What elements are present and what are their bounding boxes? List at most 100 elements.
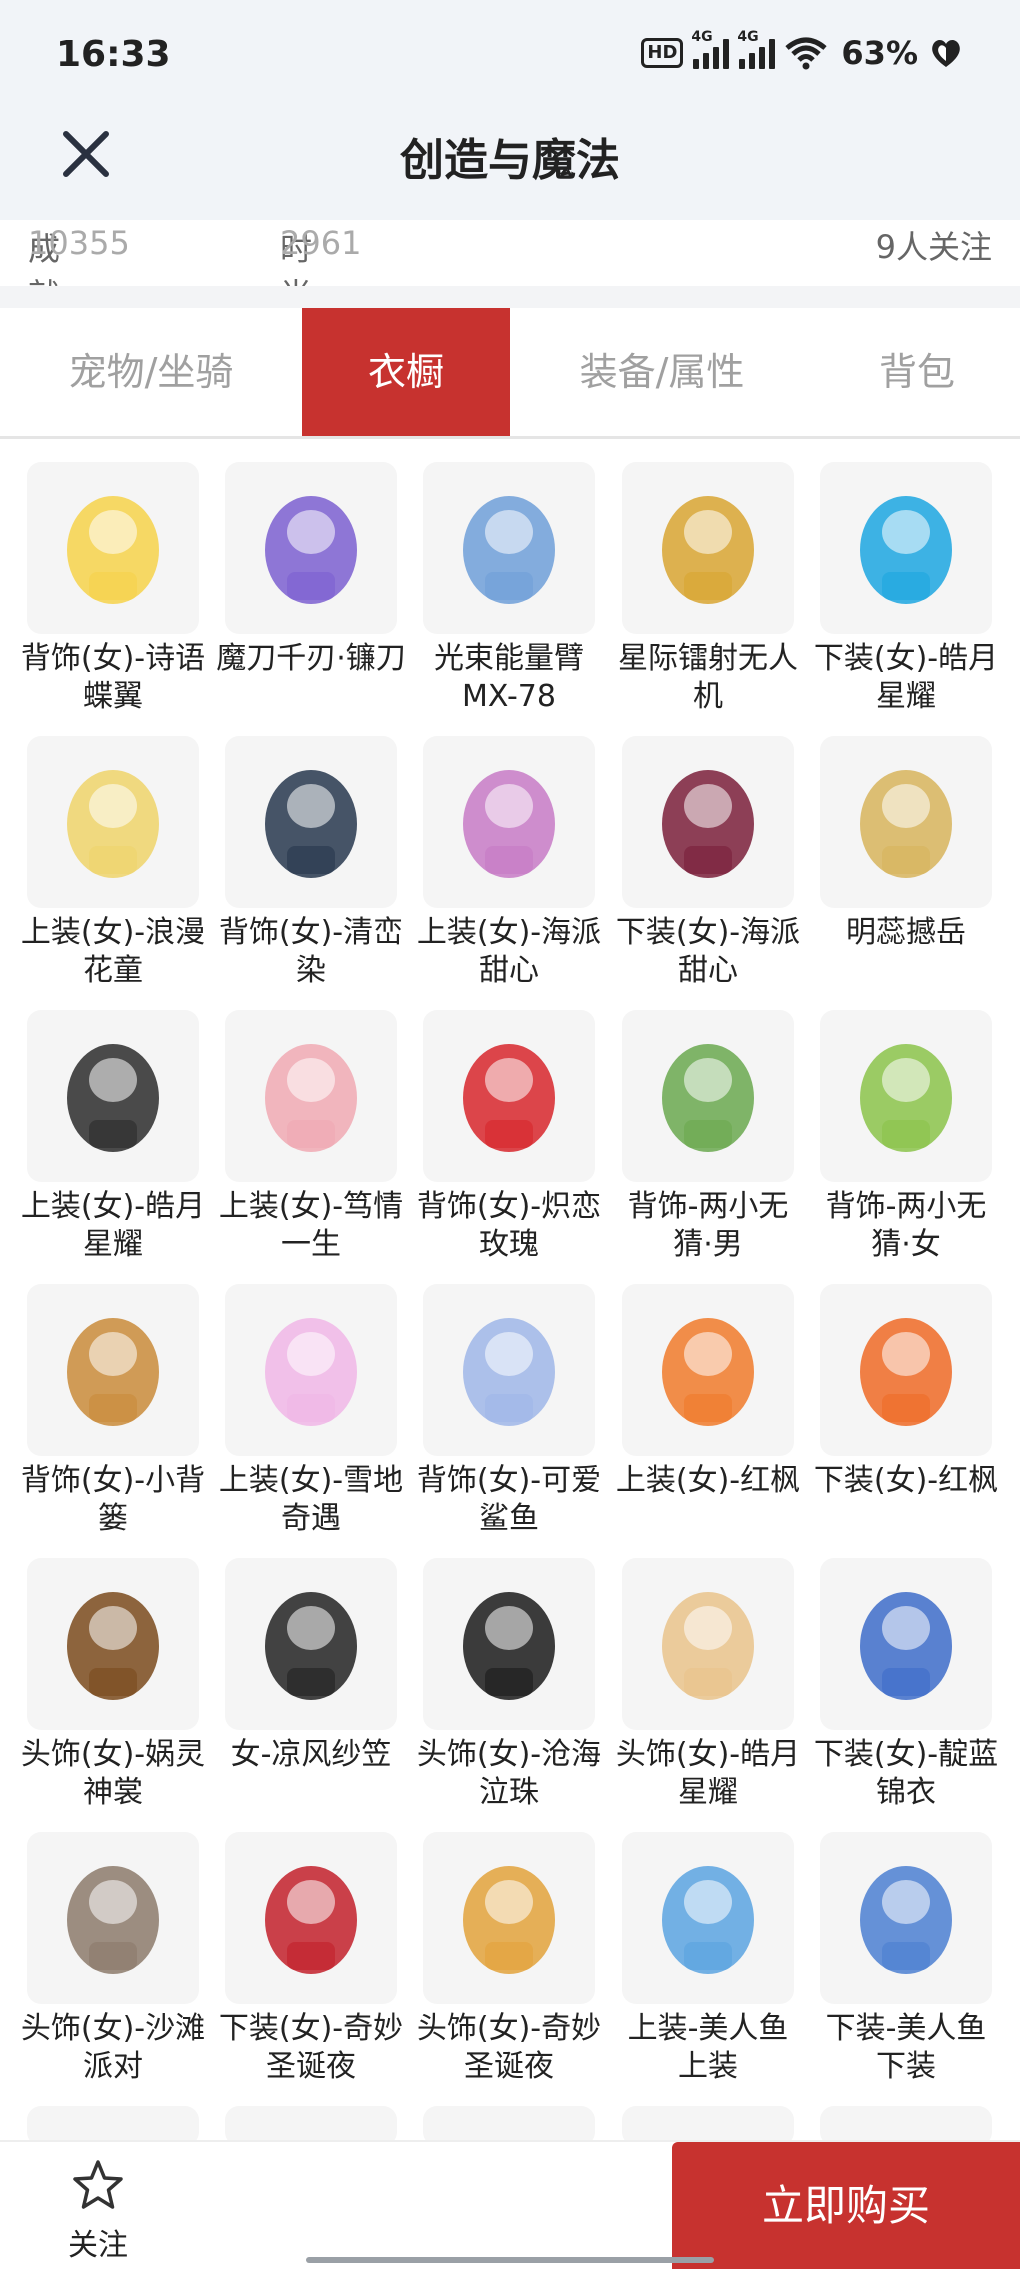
- item-label: 光束能量臂MX-78: [434, 641, 584, 714]
- jacket-icon: [67, 1044, 159, 1152]
- item-label: 下装(女)-奇妙圣诞夜: [218, 2011, 404, 2084]
- fan-icon: [265, 770, 357, 878]
- section-divider: [0, 286, 1020, 308]
- wardrobe-item[interactable]: 上装-美人鱼上装: [622, 1832, 794, 2086]
- wardrobe-item[interactable]: 头饰(女)-皓月星耀: [616, 1558, 800, 1812]
- item-label: 头饰(女)-奇妙圣诞夜: [416, 2011, 602, 2084]
- item-label: 背饰(女)-可爱鲨鱼: [416, 1463, 602, 1536]
- tab-pets-mounts[interactable]: 宠物/坐骑: [0, 308, 302, 436]
- wardrobe-item[interactable]: 上装(女)-红枫: [616, 1284, 800, 1500]
- wardrobe-item[interactable]: 背饰-两小无猜·男: [622, 1010, 794, 1264]
- wardrobe-item[interactable]: 头饰(女)-沙滩派对: [21, 1832, 205, 2086]
- wardrobe-item[interactable]: 下装(女)-红枫: [814, 1284, 998, 1500]
- wardrobe-item[interactable]: 女-凉风纱笠: [225, 1558, 397, 1774]
- blue-boots-icon: [860, 1592, 952, 1700]
- wardrobe-item[interactable]: 星际镭射无人机: [618, 462, 798, 716]
- item-thumbnail: [423, 462, 595, 634]
- item-label: 下装(女)-海派甜心: [615, 915, 801, 988]
- wardrobe-item[interactable]: 头饰(女)-娲灵神裳: [21, 1558, 205, 1812]
- item-thumbnail: [820, 736, 992, 908]
- wardrobe-item[interactable]: 背饰-两小无猜·女: [820, 1010, 992, 1264]
- item-thumbnail: [225, 462, 397, 634]
- page-title: 创造与魔法: [400, 135, 620, 186]
- item-thumbnail: [423, 1832, 595, 2004]
- top-area: 16:33 HD 4G 4G 63% 创造与魔法: [0, 0, 1020, 220]
- tab-wardrobe[interactable]: 衣橱: [302, 308, 510, 436]
- status-icons: HD 4G 4G 63%: [641, 29, 964, 72]
- item-label: 头饰(女)-沧海泣珠: [416, 1737, 602, 1810]
- wardrobe-item[interactable]: 下装(女)-靛蓝锦衣: [814, 1558, 998, 1812]
- tab-equipment[interactable]: 装备/属性: [510, 308, 814, 436]
- item-thumbnail: [27, 1558, 199, 1730]
- blonde-hair-icon: [662, 1592, 754, 1700]
- wardrobe-item[interactable]: 背饰(女)-诗语蝶翼: [21, 462, 205, 716]
- follow-button[interactable]: 关注: [58, 2158, 138, 2264]
- battery-level: 63%: [841, 34, 918, 72]
- wardrobe-item[interactable]: 背饰(女)-炽恋玫瑰: [417, 1010, 601, 1264]
- wardrobe-item[interactable]: 头饰(女)-沧海泣珠: [417, 1558, 601, 1812]
- item-label: 女-凉风纱笠: [230, 1737, 392, 1772]
- butterfly-wings-icon: [67, 496, 159, 604]
- wardrobe-item[interactable]: 下装(女)-奇妙圣诞夜: [219, 1832, 403, 2086]
- golden-hair-icon: [67, 1592, 159, 1700]
- item-thumbnail: [225, 1832, 397, 2004]
- wardrobe-item[interactable]: 下装(女)-皓月星耀: [814, 462, 998, 716]
- item-thumbnail: [820, 1010, 992, 1182]
- item-thumbnail: [423, 1010, 595, 1182]
- item-label: 明蕊撼岳: [846, 915, 966, 950]
- item-label: 魔刀千刃·镰刀: [216, 641, 406, 676]
- fashion-value: 2961: [280, 224, 362, 262]
- buy-now-button[interactable]: 立即购买: [672, 2142, 1020, 2269]
- item-label: 下装-美人鱼下装: [825, 2011, 987, 2084]
- top-icon: [463, 770, 555, 878]
- wardrobe-item[interactable]: 背饰(女)-可爱鲨鱼: [417, 1284, 601, 1538]
- wardrobe-item[interactable]: 下装(女)-海派甜心: [616, 736, 800, 990]
- wardrobe-item[interactable]: 上装(女)-雪地奇遇: [219, 1284, 403, 1538]
- item-label: 背饰-两小无猜·女: [825, 1189, 987, 1262]
- signal-icon-2: 4G: [737, 29, 776, 69]
- account-stats: 成就点:10355 时尚点:2961 9人关注: [0, 220, 1020, 360]
- hd-icon: HD: [641, 38, 684, 68]
- item-thumbnail: [225, 736, 397, 908]
- network-type-label-2: 4G: [737, 29, 759, 45]
- item-label: 背饰(女)-诗语蝶翼: [20, 641, 206, 714]
- item-label: 下装(女)-靛蓝锦衣: [813, 1737, 999, 1810]
- pink-coat-icon: [265, 1318, 357, 1426]
- wardrobe-item[interactable]: 上装(女)-皓月星耀: [21, 1010, 205, 1264]
- golden-sword-icon: [860, 770, 952, 878]
- wardrobe-item[interactable]: 光束能量臂MX-78: [423, 462, 595, 716]
- status-time: 16:33: [56, 34, 171, 75]
- item-thumbnail: [622, 1832, 794, 2004]
- flower-basket-icon: [67, 1318, 159, 1426]
- flower-dress-icon: [67, 770, 159, 878]
- wardrobe-item[interactable]: 头饰(女)-奇妙圣诞夜: [417, 1832, 601, 2086]
- wardrobe-item[interactable]: 背饰(女)-小背篓: [21, 1284, 205, 1538]
- signal-icon: 4G: [691, 29, 730, 69]
- wardrobe-item[interactable]: 背饰(女)-清峦染: [219, 736, 403, 990]
- wardrobe-item[interactable]: 明蕊撼岳: [820, 736, 992, 952]
- item-thumbnail: [622, 736, 794, 908]
- wardrobe-item[interactable]: 上装(女)-笃情一生: [219, 1010, 403, 1264]
- antler-hair-icon: [463, 1866, 555, 1974]
- tab-backpack[interactable]: 背包: [814, 308, 1020, 436]
- wedding-dress-icon: [265, 1044, 357, 1152]
- wardrobe-item[interactable]: 下装-美人鱼下装: [820, 1832, 992, 2086]
- wardrobe-item[interactable]: 上装(女)-浪漫花童: [21, 736, 205, 990]
- item-label: 下装(女)-皓月星耀: [813, 641, 999, 714]
- item-label: 上装(女)-皓月星耀: [20, 1189, 206, 1262]
- christmas-skirt-icon: [265, 1866, 357, 1974]
- item-thumbnail: [225, 1010, 397, 1182]
- item-thumbnail: [820, 1832, 992, 2004]
- app-header: 创造与魔法: [0, 112, 1020, 220]
- item-label: 上装(女)-浪漫花童: [20, 915, 206, 988]
- wardrobe-item[interactable]: 上装(女)-海派甜心: [417, 736, 601, 990]
- home-indicator[interactable]: [306, 2257, 714, 2263]
- wardrobe-item[interactable]: 魔刀千刃·镰刀: [216, 462, 406, 678]
- item-label: 下装(女)-红枫: [813, 1463, 999, 1498]
- item-label: 上装(女)-雪地奇遇: [218, 1463, 404, 1536]
- item-label: 背饰-两小无猜·男: [627, 1189, 789, 1262]
- item-label: 头饰(女)-沙滩派对: [20, 2011, 206, 2084]
- item-thumbnail: [820, 462, 992, 634]
- item-label: 星际镭射无人机: [618, 641, 798, 714]
- item-thumbnail: [27, 736, 199, 908]
